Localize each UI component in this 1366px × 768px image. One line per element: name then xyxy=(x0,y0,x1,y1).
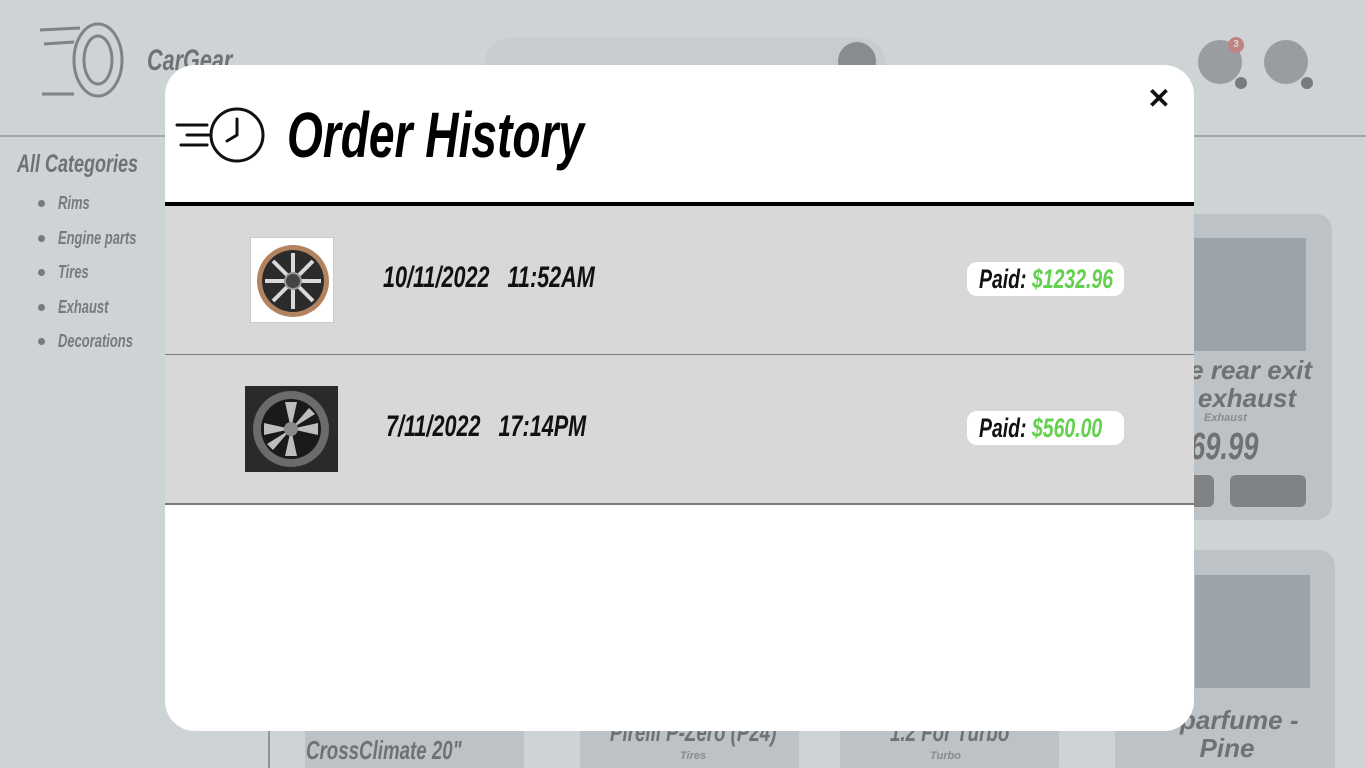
order-datetime: 7/11/2022 17:14PM xyxy=(386,410,587,443)
close-icon[interactable]: ✕ xyxy=(1145,85,1173,113)
paid-badge: Paid: $560.00 xyxy=(967,411,1124,445)
rim-thumbnail xyxy=(250,237,334,323)
order-history-modal: Order History ✕ 10/11/2022 11:52AM Paid:… xyxy=(165,65,1194,731)
order-row[interactable]: 7/11/2022 17:14PM Paid: $560.00 xyxy=(165,355,1194,505)
order-row[interactable]: 10/11/2022 11:52AM Paid: $1232.96 xyxy=(165,206,1194,356)
modal-header: Order History ✕ xyxy=(165,65,1194,206)
paid-badge: Paid: $1232.96 xyxy=(967,262,1124,296)
order-datetime: 10/11/2022 11:52AM xyxy=(383,261,595,294)
turbo-icon xyxy=(253,391,329,467)
modal-title: Order History xyxy=(287,99,585,171)
turbo-thumbnail xyxy=(245,386,338,472)
rim-icon xyxy=(257,245,329,317)
clock-history-icon xyxy=(175,107,265,163)
